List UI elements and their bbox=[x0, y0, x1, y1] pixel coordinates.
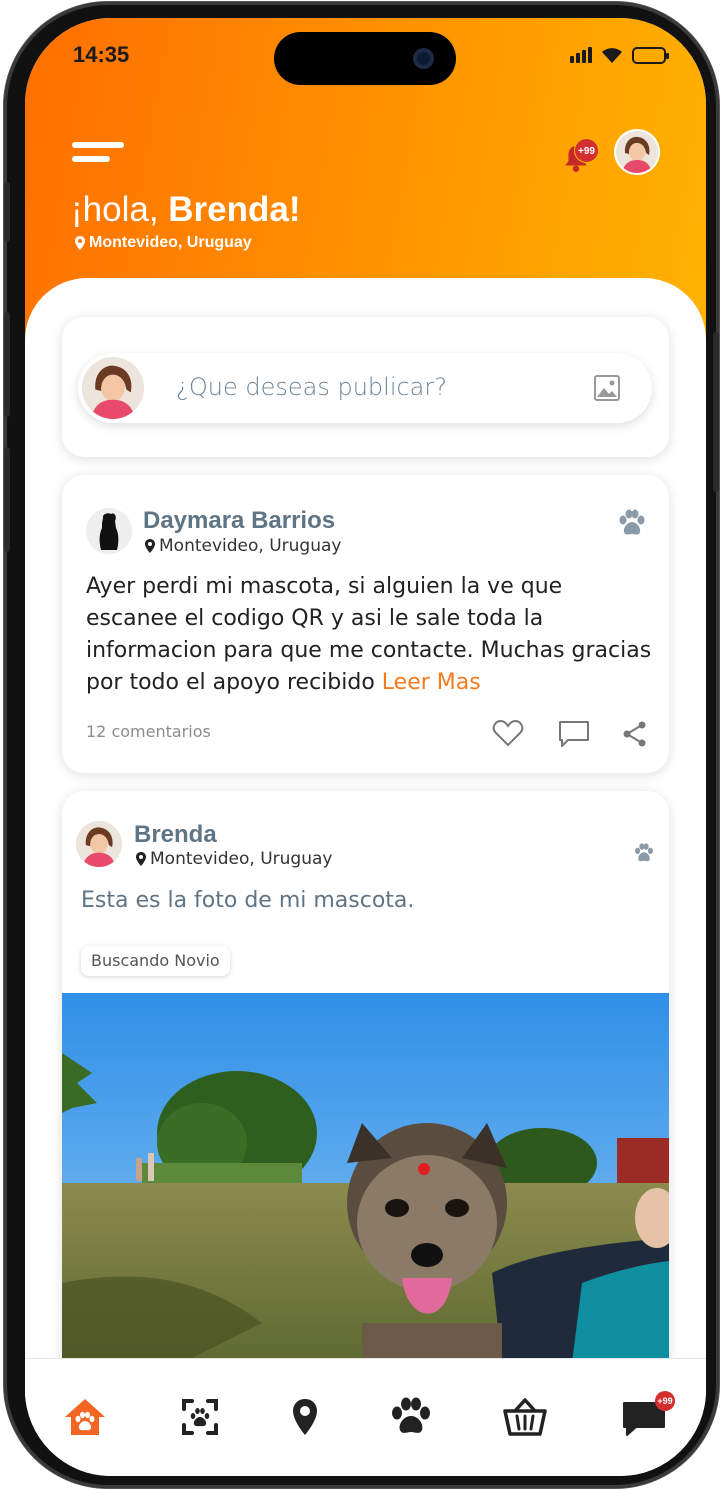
comments-count[interactable]: 12 comentarios bbox=[86, 722, 211, 741]
location-pin-icon bbox=[145, 539, 155, 553]
phone-power-button bbox=[713, 332, 719, 492]
phone-volume-up-button bbox=[4, 312, 10, 417]
post-tag[interactable]: Buscando Novio bbox=[81, 946, 230, 976]
like-heart-icon[interactable] bbox=[492, 719, 524, 747]
greeting-user-name: Brenda! bbox=[168, 190, 301, 229]
phone-action-button bbox=[4, 182, 10, 242]
girl-avatar-image bbox=[82, 357, 144, 419]
shop-basket-icon[interactable] bbox=[503, 1397, 547, 1437]
status-icons bbox=[570, 46, 669, 64]
header-location: Montevideo, Uruguay bbox=[75, 234, 252, 252]
menu-icon[interactable] bbox=[72, 142, 124, 166]
messages-badge: +99 bbox=[655, 1391, 675, 1411]
map-pin-icon[interactable] bbox=[283, 1397, 327, 1437]
post-location-text: Montevideo, Uruguay bbox=[159, 536, 342, 556]
post-author-name[interactable]: Brenda bbox=[134, 821, 217, 849]
dog-silhouette-icon bbox=[99, 513, 119, 550]
paw-icon bbox=[619, 509, 645, 535]
read-more-link[interactable]: Leer Mas bbox=[382, 670, 481, 695]
paw-icon bbox=[635, 843, 653, 862]
dynamic-island bbox=[274, 32, 456, 85]
post-location: Montevideo, Uruguay bbox=[136, 849, 332, 869]
composer-avatar bbox=[82, 357, 144, 419]
composer-input[interactable]: ¿Que deseas publicar? bbox=[78, 353, 652, 423]
location-pin-icon bbox=[75, 236, 85, 250]
battery-icon bbox=[632, 46, 669, 64]
girl-avatar-image bbox=[76, 821, 122, 867]
home-pet-icon[interactable] bbox=[63, 1397, 107, 1437]
notification-badge: +99 bbox=[574, 138, 599, 163]
post-text: Ayer perdi mi mascota, si alguien la ve … bbox=[86, 571, 656, 699]
greeting-prefix: ¡hola, bbox=[71, 190, 169, 229]
header-location-text: Montevideo, Uruguay bbox=[89, 234, 252, 251]
paw-icon[interactable] bbox=[389, 1397, 433, 1437]
post-text: Esta es la foto de mi mascota. bbox=[81, 888, 415, 913]
location-pin-icon bbox=[136, 852, 146, 866]
post-location: Montevideo, Uruguay bbox=[145, 536, 341, 556]
dog-in-park-photo bbox=[62, 993, 669, 1363]
scan-pet-icon[interactable] bbox=[178, 1397, 222, 1437]
composer-placeholder: ¿Que deseas publicar? bbox=[176, 373, 447, 401]
post-author-avatar[interactable] bbox=[86, 508, 132, 554]
post-text-content: Ayer perdi mi mascota, si alguien la ve … bbox=[86, 574, 652, 695]
comment-icon[interactable] bbox=[558, 720, 590, 748]
composer-card: ¿Que deseas publicar? bbox=[62, 317, 669, 457]
phone-frame: 14:35 +99 ¡hola, Brenda! Montevideo, Uru… bbox=[4, 2, 719, 1488]
greeting: ¡hola, Brenda! bbox=[71, 190, 301, 230]
profile-avatar[interactable] bbox=[616, 131, 658, 173]
share-icon[interactable] bbox=[622, 720, 648, 748]
front-camera bbox=[413, 48, 434, 69]
phone-volume-down-button bbox=[4, 447, 10, 552]
status-time: 14:35 bbox=[73, 42, 130, 67]
bottom-navigation: +99 bbox=[25, 1358, 706, 1476]
cellular-signal-icon bbox=[570, 47, 592, 63]
app-screen: 14:35 +99 ¡hola, Brenda! Montevideo, Uru… bbox=[25, 18, 706, 1476]
post-photo[interactable] bbox=[62, 993, 669, 1363]
wifi-icon bbox=[602, 48, 622, 63]
post-card: Daymara Barrios Montevideo, Uruguay Ayer… bbox=[62, 475, 669, 773]
image-icon[interactable] bbox=[594, 375, 620, 401]
girl-avatar-image bbox=[616, 131, 658, 173]
post-author-name[interactable]: Daymara Barrios bbox=[143, 507, 335, 535]
post-author-avatar[interactable] bbox=[76, 821, 122, 867]
post-location-text: Montevideo, Uruguay bbox=[150, 849, 333, 869]
